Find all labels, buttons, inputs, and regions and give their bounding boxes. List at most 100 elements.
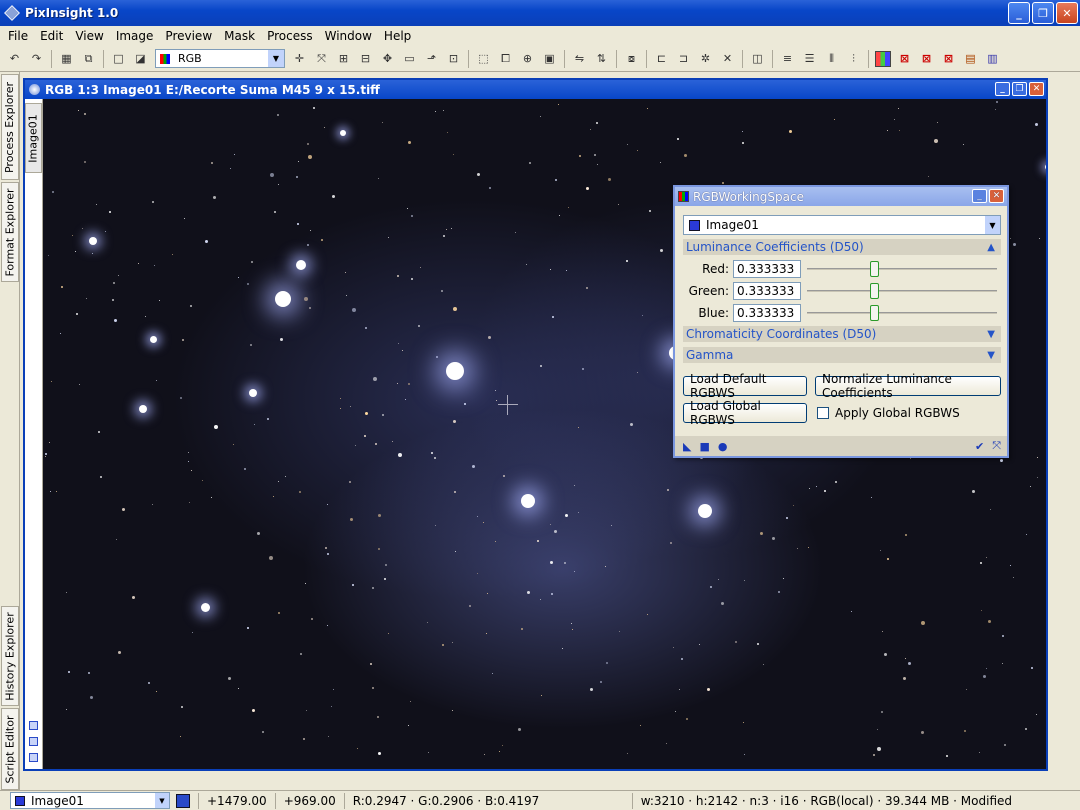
stf-reset-icon[interactable]: ☰ [799,49,820,69]
red-input[interactable]: 0.333333 [733,260,801,278]
select-preview-icon[interactable]: ▣ [539,49,560,69]
section-chromaticity-coordinates[interactable]: Chromaticity Coordinates (D50) ▼ [683,326,1001,342]
zoom-in-icon[interactable]: ⊞ [333,49,354,69]
star [303,737,306,740]
dialog-titlebar[interactable]: RGBWorkingSpace _ ✕ [675,187,1007,206]
tab-process-explorer[interactable]: Process Explorer [1,74,19,180]
image-maximize-button[interactable]: ❐ [1012,82,1027,96]
new-instance-icon[interactable]: ◣ [683,440,691,453]
zoom-preview-icon[interactable]: ⊕ [517,49,538,69]
load-global-rgbws-button[interactable]: Load Global RGBWS [683,399,807,427]
dialog-minimize-button[interactable]: _ [972,189,987,203]
menu-preview[interactable]: Preview [159,29,218,43]
display-green-icon[interactable]: ⊠ [916,49,937,69]
pan-icon[interactable]: ✥ [377,49,398,69]
menu-edit[interactable]: Edit [34,29,69,43]
stf-auto-icon[interactable]: ⫶ [843,49,864,69]
image-view-tab[interactable]: Image01 [25,103,42,173]
image-minimize-button[interactable]: _ [995,82,1010,96]
target-image-select[interactable]: Image01 ▼ [683,215,1001,235]
tab-format-explorer[interactable]: Format Explorer [1,182,19,282]
color-space-select[interactable]: RGB ▼ [155,49,285,68]
green-slider[interactable] [807,283,997,299]
star [352,583,355,586]
blue-slider-thumb[interactable] [869,305,879,321]
red-slider-thumb[interactable] [869,261,879,277]
normalize-luminance-button[interactable]: Normalize Luminance Coefficients [815,372,1001,400]
status-view-select[interactable]: Image01 ▼ [10,792,170,809]
zoom-out-icon[interactable]: ⊟ [355,49,376,69]
blue-input[interactable]: 0.333333 [733,304,801,322]
menu-view[interactable]: View [69,29,109,43]
mirror-vertical-icon[interactable]: ⇅ [591,49,612,69]
reset-icon[interactable]: ⤧ [992,439,1001,453]
mirror-horizontal-icon[interactable]: ⇋ [569,49,590,69]
star [586,287,588,290]
star [434,456,437,459]
new-preview-icon[interactable]: ⬚ [473,49,494,69]
apply-view-icon[interactable]: ■ [699,440,709,453]
section-gamma[interactable]: Gamma ▼ [683,347,1001,363]
display-red-icon[interactable]: ⊠ [894,49,915,69]
image-window-titlebar[interactable]: RGB 1:3 Image01 E:/Recorte Suma M45 9 x … [25,80,1046,99]
edit-preview-icon[interactable]: ⧠ [495,49,516,69]
green-slider-thumb[interactable] [869,283,879,299]
tab-history-explorer[interactable]: History Explorer [1,606,19,706]
zoom-fit-icon[interactable]: ⤧ [311,49,332,69]
menu-help[interactable]: Help [378,29,417,43]
apply-global-rgbws-checkbox[interactable]: Apply Global RGBWS [817,406,960,420]
mask-new-icon[interactable]: ⊏ [651,49,672,69]
mask-icon[interactable]: ⧇ [621,49,642,69]
star [492,673,494,675]
section-luminance-coefficients[interactable]: Luminance Coefficients (D50) ▲ [683,239,1001,255]
display-alpha-icon[interactable]: ▥ [982,49,1003,69]
star [397,274,400,277]
display-lum-icon[interactable]: ▤ [960,49,981,69]
duplicate-icon[interactable]: ⧉ [78,49,99,69]
star [641,315,643,317]
menu-window[interactable]: Window [319,29,378,43]
green-input[interactable]: 0.333333 [733,282,801,300]
maximize-button[interactable]: ❐ [1032,2,1054,24]
view-option-icon[interactable] [29,753,38,762]
star [549,561,553,565]
new-document-icon[interactable]: □ [108,49,129,69]
view-document-icon[interactable] [176,793,190,808]
mask-invert-icon[interactable]: ◫ [747,49,768,69]
redo-icon[interactable]: ↷ [26,49,47,69]
star [871,497,873,499]
menu-mask[interactable]: Mask [218,29,261,43]
mask-show-icon[interactable]: ✲ [695,49,716,69]
stf-icon[interactable]: ≡ [777,49,798,69]
display-rgb-icon[interactable] [875,50,891,67]
view-option-icon[interactable] [29,721,38,730]
menu-file[interactable]: File [2,29,34,43]
mask-remove-icon[interactable]: ✕ [717,49,738,69]
tab-script-editor[interactable]: Script Editor [1,708,19,790]
minimize-button[interactable]: _ [1008,2,1030,24]
load-default-rgbws-button[interactable]: Load Default RGBWS [683,372,807,400]
blue-slider[interactable] [807,305,997,321]
dialog-close-button[interactable]: ✕ [989,189,1004,203]
view-option-icon[interactable] [29,737,38,746]
image-close-button[interactable]: ✕ [1029,82,1044,96]
close-button[interactable]: ✕ [1056,2,1078,24]
mask-select-icon[interactable]: ⊐ [673,49,694,69]
execute-check-icon[interactable]: ✔ [975,440,984,453]
invert-icon[interactable]: ◪ [130,49,151,69]
page-arrow-icon[interactable]: ⬏ [421,49,442,69]
crosshair-icon[interactable]: ✛ [289,49,310,69]
fit-view-icon[interactable]: ⊡ [443,49,464,69]
red-slider[interactable] [807,261,997,277]
statistics-icon[interactable]: ▦ [56,49,77,69]
undo-icon[interactable]: ↶ [4,49,25,69]
menu-image[interactable]: Image [110,29,160,43]
checkbox-box[interactable] [817,407,829,419]
apply-global-icon[interactable]: ● [718,440,728,453]
star [1030,485,1032,487]
star [285,476,287,478]
page-icon[interactable]: ▭ [399,49,420,69]
stf-link-icon[interactable]: ⫴ [821,49,842,69]
menu-process[interactable]: Process [261,29,319,43]
display-blue-icon[interactable]: ⊠ [938,49,959,69]
